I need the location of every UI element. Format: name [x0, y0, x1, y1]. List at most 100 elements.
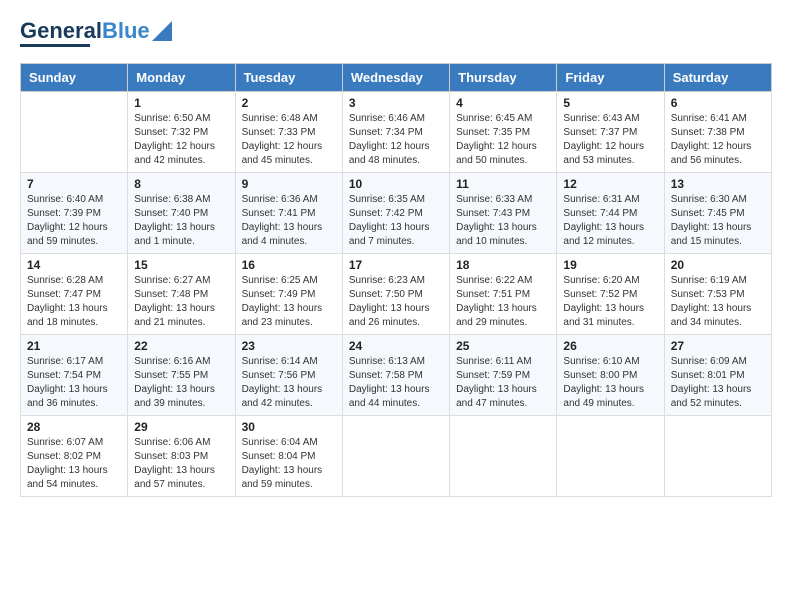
day-cell: 19Sunrise: 6:20 AM Sunset: 7:52 PM Dayli… [557, 254, 664, 335]
day-cell: 5 Sunrise: 6:43 AM Sunset: 7:37 PM Daylig… [557, 92, 664, 173]
day-number: 4 [456, 96, 550, 110]
week-row-1: 1 Sunrise: 6:50 AM Sunset: 7:32 PM Daylig… [21, 92, 772, 173]
day-detail: Sunrise: 6:48 AM Sunset: 7:33 PM Dayligh… [242, 112, 336, 168]
day-cell: 24 Sunrise: 6:13 AM Sunset: 7:58 PM Dayli… [342, 335, 449, 416]
header-monday: Monday [128, 64, 235, 92]
day-detail: Sunrise: 6:13 AM Sunset: 7:58 PM Dayligh… [349, 355, 443, 411]
day-detail: Sunrise: 6:31 AM Sunset: 7:44 PM Dayligh… [563, 193, 657, 249]
day-number: 7 [27, 177, 121, 191]
day-cell [21, 92, 128, 173]
day-detail: Sunrise: 6:45 AM Sunset: 7:35 PM Dayligh… [456, 112, 550, 168]
day-detail: Sunrise: 6:09 AM Sunset: 8:01 PM Dayligh… [671, 355, 765, 411]
day-cell: 3Sunrise: 6:46 AM Sunset: 7:34 PM Daylig… [342, 92, 449, 173]
day-detail: Sunrise: 6:10 AM Sunset: 8:00 PM Dayligh… [563, 355, 657, 411]
day-detail: Sunrise: 6:46 AM Sunset: 7:34 PM Dayligh… [349, 112, 443, 168]
day-number: 15 [134, 258, 228, 272]
day-detail: Sunrise: 6:23 AM Sunset: 7:50 PM Dayligh… [349, 274, 443, 330]
day-number: 16 [242, 258, 336, 272]
header-thursday: Thursday [450, 64, 557, 92]
day-number: 26 [563, 339, 657, 353]
day-cell [664, 416, 771, 497]
day-number: 6 [671, 96, 765, 110]
day-cell: 21 Sunrise: 6:17 AM Sunset: 7:54 PM Dayli… [21, 335, 128, 416]
day-number: 11 [456, 177, 550, 191]
header-tuesday: Tuesday [235, 64, 342, 92]
day-number: 2 [242, 96, 336, 110]
day-cell: 6Sunrise: 6:41 AM Sunset: 7:38 PM Daylig… [664, 92, 771, 173]
day-detail: Sunrise: 6:06 AM Sunset: 8:03 PM Dayligh… [134, 436, 228, 492]
day-detail: Sunrise: 6:43 AM Sunset: 7:37 PM Dayligh… [563, 112, 657, 168]
day-cell: 13Sunrise: 6:30 AM Sunset: 7:45 PM Dayli… [664, 173, 771, 254]
day-number: 22 [134, 339, 228, 353]
day-cell: 20 Sunrise: 6:19 AM Sunset: 7:53 PM Dayli… [664, 254, 771, 335]
day-cell: 27 Sunrise: 6:09 AM Sunset: 8:01 PM Dayli… [664, 335, 771, 416]
day-detail: Sunrise: 6:11 AM Sunset: 7:59 PM Dayligh… [456, 355, 550, 411]
day-detail: Sunrise: 6:04 AM Sunset: 8:04 PM Dayligh… [242, 436, 336, 492]
day-cell [557, 416, 664, 497]
day-cell: 25 Sunrise: 6:11 AM Sunset: 7:59 PM Dayli… [450, 335, 557, 416]
calendar-table: SundayMondayTuesdayWednesdayThursdayFrid… [20, 63, 772, 497]
day-detail: Sunrise: 6:40 AM Sunset: 7:39 PM Dayligh… [27, 193, 121, 249]
day-cell [342, 416, 449, 497]
day-number: 28 [27, 420, 121, 434]
header-wednesday: Wednesday [342, 64, 449, 92]
logo-text: GeneralBlue [20, 20, 150, 42]
header-row: SundayMondayTuesdayWednesdayThursdayFrid… [21, 64, 772, 92]
page-header: GeneralBlue [20, 20, 772, 47]
day-detail: Sunrise: 6:25 AM Sunset: 7:49 PM Dayligh… [242, 274, 336, 330]
day-detail: Sunrise: 6:33 AM Sunset: 7:43 PM Dayligh… [456, 193, 550, 249]
day-number: 25 [456, 339, 550, 353]
day-detail: Sunrise: 6:36 AM Sunset: 7:41 PM Dayligh… [242, 193, 336, 249]
day-detail: Sunrise: 6:07 AM Sunset: 8:02 PM Dayligh… [27, 436, 121, 492]
day-detail: Sunrise: 6:17 AM Sunset: 7:54 PM Dayligh… [27, 355, 121, 411]
week-row-3: 14Sunrise: 6:28 AM Sunset: 7:47 PM Dayli… [21, 254, 772, 335]
day-number: 29 [134, 420, 228, 434]
day-cell: 8 Sunrise: 6:38 AM Sunset: 7:40 PM Daylig… [128, 173, 235, 254]
day-number: 24 [349, 339, 443, 353]
day-detail: Sunrise: 6:20 AM Sunset: 7:52 PM Dayligh… [563, 274, 657, 330]
day-number: 9 [242, 177, 336, 191]
day-detail: Sunrise: 6:16 AM Sunset: 7:55 PM Dayligh… [134, 355, 228, 411]
day-number: 12 [563, 177, 657, 191]
day-cell: 9 Sunrise: 6:36 AM Sunset: 7:41 PM Daylig… [235, 173, 342, 254]
day-detail: Sunrise: 6:19 AM Sunset: 7:53 PM Dayligh… [671, 274, 765, 330]
day-detail: Sunrise: 6:22 AM Sunset: 7:51 PM Dayligh… [456, 274, 550, 330]
logo-icon [152, 21, 172, 41]
day-cell [450, 416, 557, 497]
day-number: 1 [134, 96, 228, 110]
day-number: 10 [349, 177, 443, 191]
day-cell: 2 Sunrise: 6:48 AM Sunset: 7:33 PM Daylig… [235, 92, 342, 173]
day-detail: Sunrise: 6:27 AM Sunset: 7:48 PM Dayligh… [134, 274, 228, 330]
week-row-5: 28 Sunrise: 6:07 AM Sunset: 8:02 PM Dayli… [21, 416, 772, 497]
day-number: 18 [456, 258, 550, 272]
day-cell: 18 Sunrise: 6:22 AM Sunset: 7:51 PM Dayli… [450, 254, 557, 335]
day-number: 21 [27, 339, 121, 353]
day-detail: Sunrise: 6:28 AM Sunset: 7:47 PM Dayligh… [27, 274, 121, 330]
day-cell: 22 Sunrise: 6:16 AM Sunset: 7:55 PM Dayli… [128, 335, 235, 416]
day-cell: 4 Sunrise: 6:45 AM Sunset: 7:35 PM Daylig… [450, 92, 557, 173]
week-row-2: 7 Sunrise: 6:40 AM Sunset: 7:39 PM Daylig… [21, 173, 772, 254]
day-detail: Sunrise: 6:50 AM Sunset: 7:32 PM Dayligh… [134, 112, 228, 168]
day-number: 5 [563, 96, 657, 110]
logo: GeneralBlue [20, 20, 172, 47]
day-number: 23 [242, 339, 336, 353]
day-cell: 15 Sunrise: 6:27 AM Sunset: 7:48 PM Dayli… [128, 254, 235, 335]
day-detail: Sunrise: 6:38 AM Sunset: 7:40 PM Dayligh… [134, 193, 228, 249]
day-detail: Sunrise: 6:14 AM Sunset: 7:56 PM Dayligh… [242, 355, 336, 411]
day-number: 20 [671, 258, 765, 272]
day-cell: 29 Sunrise: 6:06 AM Sunset: 8:03 PM Dayli… [128, 416, 235, 497]
day-cell: 7 Sunrise: 6:40 AM Sunset: 7:39 PM Daylig… [21, 173, 128, 254]
day-number: 30 [242, 420, 336, 434]
day-cell: 12 Sunrise: 6:31 AM Sunset: 7:44 PM Dayli… [557, 173, 664, 254]
day-cell: 28 Sunrise: 6:07 AM Sunset: 8:02 PM Dayli… [21, 416, 128, 497]
day-number: 27 [671, 339, 765, 353]
day-cell: 30 Sunrise: 6:04 AM Sunset: 8:04 PM Dayli… [235, 416, 342, 497]
header-saturday: Saturday [664, 64, 771, 92]
day-number: 17 [349, 258, 443, 272]
day-number: 8 [134, 177, 228, 191]
day-cell: 10Sunrise: 6:35 AM Sunset: 7:42 PM Dayli… [342, 173, 449, 254]
week-row-4: 21 Sunrise: 6:17 AM Sunset: 7:54 PM Dayli… [21, 335, 772, 416]
day-cell: 1 Sunrise: 6:50 AM Sunset: 7:32 PM Daylig… [128, 92, 235, 173]
day-cell: 11 Sunrise: 6:33 AM Sunset: 7:43 PM Dayli… [450, 173, 557, 254]
header-sunday: Sunday [21, 64, 128, 92]
